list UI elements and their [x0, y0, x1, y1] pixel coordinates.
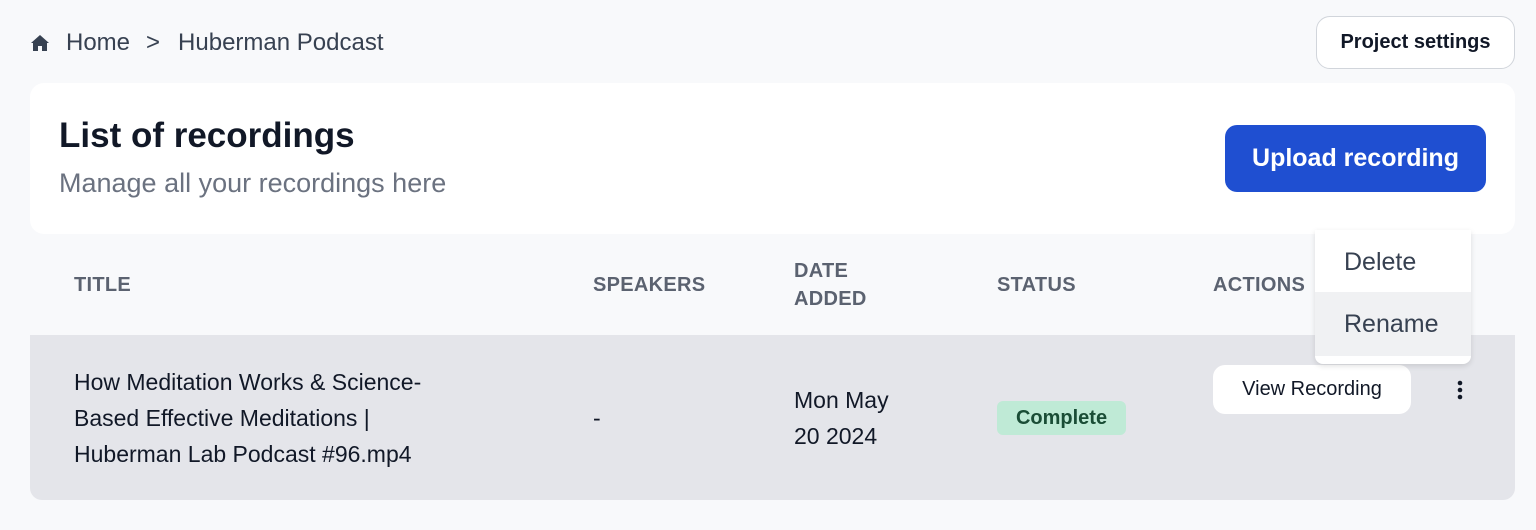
actions-dropdown-menu: Delete Rename [1315, 230, 1471, 364]
view-recording-button[interactable]: View Recording [1213, 365, 1411, 414]
recording-title-line: How Meditation Works & Science- [74, 369, 422, 395]
upload-recording-button[interactable]: Upload recording [1225, 125, 1486, 192]
menu-item-delete[interactable]: Delete [1315, 230, 1471, 294]
page-subtitle: Manage all your recordings here [59, 168, 447, 198]
breadcrumb-current: Huberman Podcast [178, 29, 384, 56]
recording-date-line: 20 2024 [794, 423, 878, 449]
breadcrumb-separator: > [146, 29, 161, 56]
column-header-date-added: DATE ADDED [794, 257, 867, 313]
recording-date-line: Mon May [794, 387, 889, 413]
kebab-vertical-icon[interactable] [1448, 375, 1472, 405]
status-badge: Complete [997, 401, 1126, 435]
recording-speakers: - [593, 405, 601, 431]
column-header-date-line: DATE [794, 260, 849, 282]
breadcrumb: Home > Huberman Podcast [30, 26, 384, 60]
table-header: TITLE SPEAKERS DATE ADDED STATUS ACTIONS [30, 234, 1515, 335]
column-header-added-line: ADDED [794, 288, 867, 310]
menu-item-rename[interactable]: Rename [1315, 292, 1471, 356]
column-header-speakers: SPEAKERS [593, 274, 706, 296]
column-header-title: TITLE [74, 274, 132, 296]
home-icon[interactable] [30, 32, 52, 54]
recording-date: Mon May 20 2024 [794, 382, 889, 454]
project-settings-button[interactable]: Project settings [1316, 16, 1515, 69]
recording-title-line: Based Effective Meditations | [74, 405, 370, 431]
recording-title: How Meditation Works & Science- Based Ef… [74, 364, 421, 472]
column-header-status: STATUS [997, 274, 1076, 296]
recording-title-line: Huberman Lab Podcast #96.mp4 [74, 441, 412, 467]
table-row: How Meditation Works & Science- Based Ef… [30, 335, 1515, 500]
recordings-header-card: List of recordings Manage all your recor… [30, 83, 1515, 234]
column-header-actions: ACTIONS [1213, 274, 1306, 296]
page-title: List of recordings [59, 116, 355, 155]
breadcrumb-home[interactable]: Home [66, 29, 130, 57]
